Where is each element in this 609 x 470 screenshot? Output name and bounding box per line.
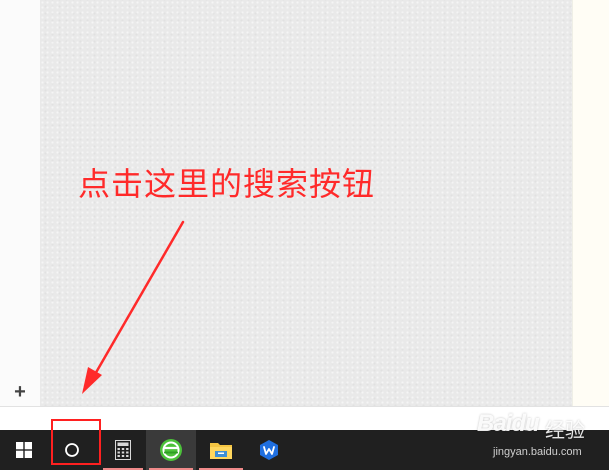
start-button[interactable] (0, 430, 48, 470)
360-browser-taskbar-button[interactable] (146, 430, 196, 470)
baidu-jingyan-text: 经验 (545, 420, 585, 442)
file-explorer-taskbar-button[interactable] (196, 430, 246, 470)
baidu-logo-text: Baidu (477, 410, 540, 437)
right-panel (572, 0, 609, 406)
calculator-icon (115, 440, 131, 460)
annotation-text: 点击这里的搜索按钮 (78, 166, 376, 202)
baidu-url-text: jingyan.baidu.com (493, 446, 582, 458)
wps-taskbar-button[interactable] (246, 430, 292, 470)
add-button[interactable]: + (9, 381, 31, 403)
screenshot-page: + 点击这里的搜索按钮 Baidu 经验 jingyan.baidu.com (0, 0, 609, 470)
360-browser-icon (160, 439, 182, 461)
windows-logo-icon (16, 442, 32, 458)
wps-office-icon (260, 440, 278, 460)
left-panel: + (0, 0, 41, 406)
search-button[interactable] (48, 430, 96, 470)
cortana-search-icon (65, 443, 79, 457)
file-explorer-icon (210, 443, 232, 459)
baidu-watermark: Baidu 经验 jingyan.baidu.com (473, 402, 605, 468)
calculator-taskbar-button[interactable] (100, 430, 146, 470)
